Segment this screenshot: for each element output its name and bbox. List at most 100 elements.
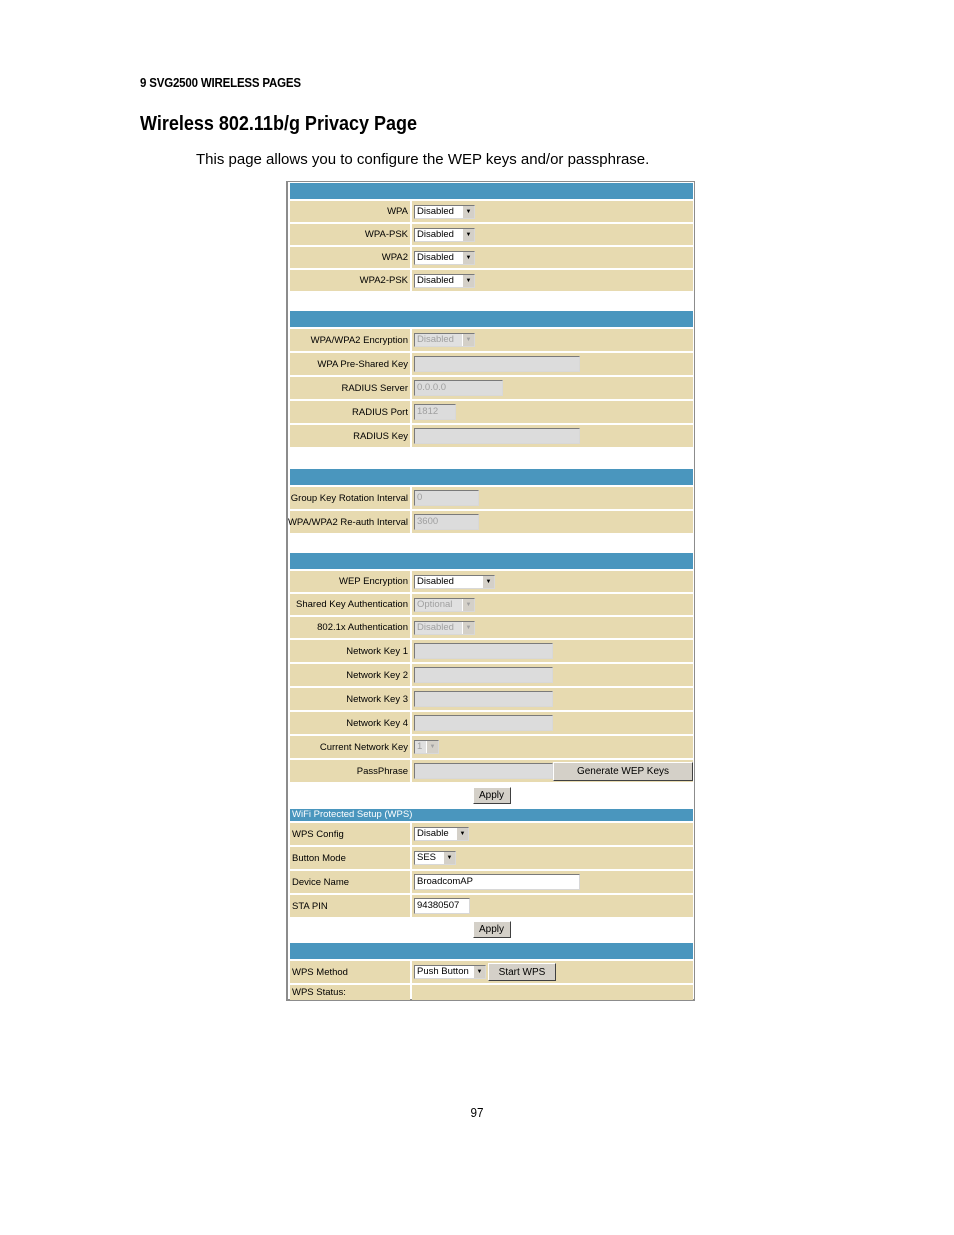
wpa-select[interactable]: Disabled ▼: [414, 204, 475, 219]
radius-key-input[interactable]: [414, 428, 580, 444]
wps-apply-row: Apply: [290, 921, 693, 938]
passphrase-label: PassPhrase: [290, 760, 410, 782]
device-name-input[interactable]: BroadcomAP: [414, 874, 580, 890]
generate-wep-keys-button[interactable]: Generate WEP Keys: [553, 761, 693, 781]
chevron-down-icon: ▼: [482, 575, 494, 588]
radius-port-input[interactable]: 1812: [414, 404, 456, 420]
wpa2-psk-select-value: Disabled: [417, 274, 454, 286]
current-network-key-select[interactable]: 1 ▼: [414, 740, 439, 754]
sta-pin-input[interactable]: 94380507: [414, 898, 470, 914]
radius-server-input[interactable]: 0.0.0.0: [414, 380, 503, 396]
wps-apply-button[interactable]: Apply: [472, 921, 511, 938]
chevron-down-icon: ▼: [462, 251, 474, 264]
wpa-encryption-select[interactable]: Disabled ▼: [414, 333, 475, 347]
wireless-privacy-panel: WPA Disabled ▼ WPA-PSK Disabled ▼ WPA2 Dis…: [286, 181, 695, 1001]
radius-key-label: RADIUS Key: [290, 425, 410, 447]
group-key-interval-row: Group Key Rotation Interval 0: [290, 487, 693, 509]
wps-header-label: WiFi Protected Setup (WPS): [292, 809, 413, 820]
sta-pin-row: STA PIN 94380507: [290, 895, 693, 917]
wps-status-label: WPS Status:: [290, 985, 410, 1000]
chevron-down-icon: ▼: [462, 228, 474, 241]
wps-method-row: WPS Method Push Button ▼ Start WPS: [290, 961, 693, 983]
radius-port-row: RADIUS Port 1812: [290, 401, 693, 423]
wpa-psk-key-input[interactable]: [414, 356, 580, 372]
network-key-label: Network Key 2: [290, 664, 410, 686]
current-network-key-value: 1: [417, 741, 423, 752]
button-mode-row: Button Mode SES ▼: [290, 847, 693, 869]
shared-key-auth-label: Shared Key Authentication: [290, 594, 410, 615]
wps-method-select[interactable]: Push Button ▼: [414, 965, 486, 979]
radius-port-label: RADIUS Port: [290, 401, 410, 423]
wps-method-value: Push Button: [417, 966, 469, 977]
sta-pin-label: STA PIN: [290, 895, 410, 917]
wpa-select-value: Disabled: [417, 205, 454, 217]
network-key-2-input[interactable]: [414, 667, 553, 683]
wpa-encryption-label: WPA/WPA2 Encryption: [290, 329, 410, 351]
wps-status-value: [412, 985, 693, 1000]
network-key-4-input[interactable]: [414, 715, 553, 731]
network-key-label: Network Key 1: [290, 640, 410, 662]
wps-config-value: Disable: [417, 828, 449, 839]
wpa-psk-select-value: Disabled: [417, 228, 454, 240]
shared-key-auth-value: Optional: [417, 598, 453, 610]
reauth-interval-row: WPA/WPA2 Re-auth Interval 3600: [288, 511, 693, 533]
current-network-key-label: Current Network Key: [290, 736, 410, 758]
network-key-row: Network Key 3: [290, 688, 693, 710]
wps-status-row: WPS Status:: [290, 985, 693, 1000]
chevron-down-icon: ▼: [462, 205, 474, 218]
wpa2-psk-select[interactable]: Disabled ▼: [414, 273, 475, 288]
wpa-psk-select[interactable]: Disabled ▼: [414, 227, 475, 242]
wpa-psk-label: WPA-PSK: [290, 224, 410, 245]
section-header-bar: [290, 183, 693, 199]
network-key-label: Network Key 4: [290, 712, 410, 734]
wps-config-select[interactable]: Disable ▼: [414, 827, 469, 841]
section-header-bar: [290, 943, 693, 959]
wpa2-select[interactable]: Disabled ▼: [414, 250, 475, 265]
dot1x-auth-select[interactable]: Disabled ▼: [414, 620, 475, 635]
button-mode-select[interactable]: SES ▼: [414, 851, 456, 865]
passphrase-row: PassPhrase Generate WEP Keys: [290, 760, 693, 782]
group-key-interval-label: Group Key Rotation Interval: [290, 487, 410, 509]
passphrase-input[interactable]: [414, 763, 553, 779]
chevron-down-icon: ▼: [426, 741, 438, 753]
wpa2-select-value: Disabled: [417, 251, 454, 263]
network-key-3-input[interactable]: [414, 691, 553, 707]
start-wps-button[interactable]: Start WPS: [488, 963, 556, 981]
current-network-key-row: Current Network Key 1 ▼: [290, 736, 693, 758]
wpa-psk-row: WPA-PSK Disabled ▼: [290, 224, 693, 245]
radius-server-label: RADIUS Server: [290, 377, 410, 399]
dot1x-auth-label: 802.1x Authentication: [290, 617, 410, 638]
wpa-encryption-row: WPA/WPA2 Encryption Disabled ▼: [290, 329, 693, 351]
dot1x-auth-value: Disabled: [417, 621, 454, 633]
radius-key-row: RADIUS Key: [290, 425, 693, 447]
wpa-row: WPA Disabled ▼: [290, 201, 693, 222]
group-key-interval-input[interactable]: 0: [414, 490, 479, 506]
wep-apply-row: Apply: [290, 787, 693, 804]
wpa-encryption-value: Disabled: [417, 334, 454, 345]
network-key-row: Network Key 1: [290, 640, 693, 662]
wpa2-psk-row: WPA2-PSK Disabled ▼: [290, 270, 693, 291]
reauth-interval-input[interactable]: 3600: [414, 514, 479, 530]
wpa-psk-key-row: WPA Pre-Shared Key: [290, 353, 693, 375]
wep-apply-button[interactable]: Apply: [472, 787, 511, 804]
shared-key-auth-select[interactable]: Optional ▼: [414, 597, 475, 612]
wps-config-label: WPS Config: [290, 823, 410, 845]
network-key-row: Network Key 4: [290, 712, 693, 734]
chevron-down-icon: ▼: [462, 274, 474, 287]
button-mode-value: SES: [417, 852, 437, 863]
section-header-bar: [290, 553, 693, 569]
wpa-label: WPA: [290, 201, 410, 222]
wps-method-label: WPS Method: [290, 961, 410, 983]
wpa-psk-key-label: WPA Pre-Shared Key: [290, 353, 410, 375]
device-name-row: Device Name BroadcomAP: [290, 871, 693, 893]
chevron-down-icon: ▼: [456, 828, 468, 840]
wps-config-row: WPS Config Disable ▼: [290, 823, 693, 845]
network-key-1-input[interactable]: [414, 643, 553, 659]
chevron-down-icon: ▼: [462, 598, 474, 611]
wpa2-label: WPA2: [290, 247, 410, 268]
chevron-down-icon: ▼: [462, 621, 474, 634]
wpa2-row: WPA2 Disabled ▼: [290, 247, 693, 268]
section-header-bar: [290, 311, 693, 327]
radius-server-row: RADIUS Server 0.0.0.0: [290, 377, 693, 399]
wep-encryption-select[interactable]: Disabled ▼: [414, 574, 495, 589]
